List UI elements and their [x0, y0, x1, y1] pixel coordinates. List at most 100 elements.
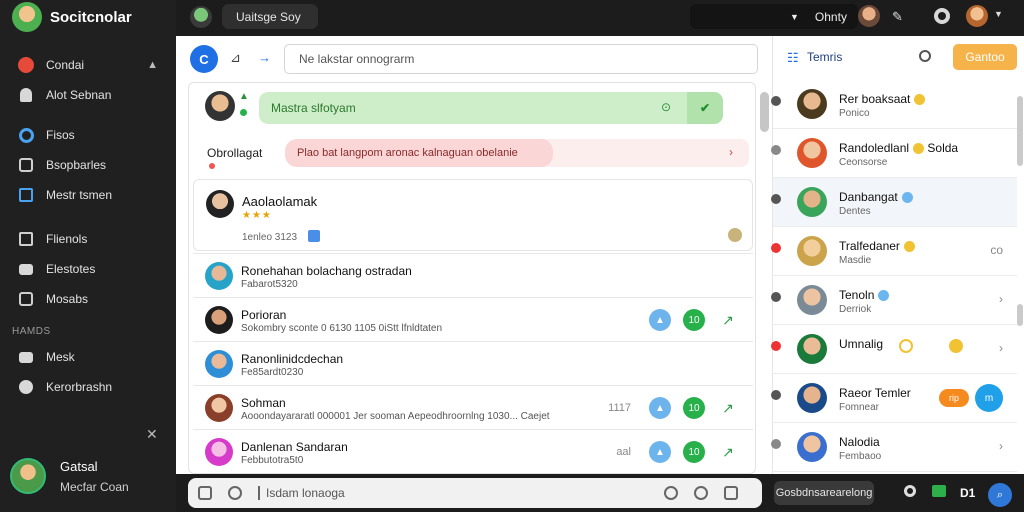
chevron-right-icon[interactable]: › [999, 439, 1003, 453]
list-item-name: Ronehahan bolachang ostradan [241, 264, 412, 278]
contact-sub: Fembaoo [839, 451, 882, 462]
user-add-icon[interactable]: ⊿ [230, 50, 241, 66]
list-item[interactable]: Sohman Aooondayararatl 000001 Jer sooman… [193, 385, 753, 429]
close-icon[interactable]: ✕ [146, 426, 158, 443]
chevron-up-icon[interactable]: ▲ [147, 59, 158, 71]
contact-item[interactable]: Raeor Temler Fomnear rip m [771, 374, 1017, 423]
contact-item[interactable]: Tenoln Derriok › [771, 276, 1017, 325]
sidebar-item-kerorbrashn[interactable]: Kerorbrashn [0, 372, 176, 402]
list-item[interactable]: Ranonlinidcdechan Fe85ardt0230 [193, 341, 753, 385]
contact-item[interactable]: Nalodia Fembaoo › [771, 423, 1017, 472]
alert-extension[interactable]: › [539, 139, 749, 167]
list-item[interactable]: Ronehahan bolachang ostradan Fabarot5320 [193, 253, 753, 297]
chevron-right-icon[interactable]: › [729, 145, 733, 159]
emoji-icon [914, 94, 926, 106]
sidebar: Socitcnolar Condai ▲ Alot Sebnan Fisos B… [0, 0, 176, 512]
avatar [205, 438, 233, 466]
avatar [205, 262, 233, 290]
avatar [797, 138, 827, 168]
status-icon[interactable] [728, 228, 742, 242]
feed: ▲ Mastra slfotyam ⊙ ✔ Obrollagat › Plao … [188, 82, 756, 474]
grid-icon[interactable]: ☷ [787, 50, 799, 66]
user-avatar[interactable] [966, 5, 988, 27]
count-badge[interactable]: 10 [683, 397, 705, 419]
settings-ring-icon[interactable] [934, 8, 950, 24]
alert-message[interactable]: Plao bat langpom aronac kalnaguan obelan… [285, 139, 553, 167]
list-item-sub: Fe85ardt0230 [241, 367, 304, 378]
chevron-right-icon[interactable]: › [999, 292, 1003, 306]
sidebar-item-mestr-tsmen[interactable]: Mestr tsmen [0, 180, 176, 210]
sidebar-item-elestotes[interactable]: Elestotes [0, 254, 176, 284]
refresh-icon[interactable] [919, 50, 931, 62]
thumb-icon[interactable]: ▲ [649, 309, 671, 331]
search-icon[interactable]: ⌕ [988, 483, 1012, 507]
avatar [797, 285, 827, 315]
share-icon[interactable]: ↗ [717, 441, 739, 463]
contact-item[interactable]: Umnalig › [771, 325, 1017, 374]
count-badge[interactable]: 10 [683, 309, 705, 331]
send-button[interactable]: Gosbdnsarearelong [774, 481, 874, 505]
check-icon[interactable]: ✔ [687, 92, 723, 124]
search-input[interactable]: Ne lakstar onnograrm [284, 44, 758, 74]
sidebar-item-condai[interactable]: Condai ▲ [0, 50, 176, 80]
emoji-icon[interactable] [228, 486, 242, 500]
scrollbar[interactable] [760, 92, 769, 132]
arrow-right-icon[interactable]: → [258, 50, 271, 65]
chat-button[interactable]: m [975, 384, 1003, 412]
card-meta: 1enleo 3123 [242, 232, 298, 243]
app-logo-icon[interactable] [190, 6, 212, 28]
chevron-right-icon[interactable]: › [999, 341, 1003, 355]
location-icon[interactable] [694, 486, 708, 500]
scrollbar[interactable] [1017, 304, 1023, 326]
thumb-icon[interactable]: ▲ [649, 397, 671, 419]
message-input[interactable] [266, 478, 646, 508]
avatar[interactable] [858, 5, 880, 27]
person-icon [18, 87, 34, 103]
account-select[interactable]: ▼ Ohnty [690, 4, 858, 29]
workspace-tab[interactable]: Uaitsge Soy [222, 4, 318, 29]
notification-badge[interactable]: rip [939, 389, 969, 407]
chevron-down-icon[interactable]: ▼ [994, 9, 1003, 19]
contact-item-selected[interactable]: Danbangat Dentes [771, 178, 1017, 227]
compose-button[interactable]: C [190, 45, 218, 73]
ring-icon[interactable] [904, 485, 916, 497]
brand[interactable]: Socitcnolar [0, 0, 176, 34]
sidebar-item-alot-sebnan[interactable]: Alot Sebnan [0, 80, 176, 110]
sidebar-item-mesk[interactable]: Mesk [0, 342, 176, 372]
contact-sub: Ceonsorse [839, 157, 888, 168]
sidebar-item-fisos[interactable]: Fisos [0, 120, 176, 150]
chevron-down-icon: ▼ [790, 11, 799, 22]
share-icon[interactable]: ↗ [717, 309, 739, 331]
thumb-icon[interactable] [308, 230, 320, 242]
success-notice[interactable]: Mastra slfotyam ⊙ ✔ [259, 92, 723, 124]
inbox-icon[interactable] [932, 485, 946, 497]
sidebar-item-mosabs[interactable]: Mosabs [0, 284, 176, 314]
share-icon[interactable]: ↗ [717, 397, 739, 419]
avatar [797, 187, 827, 217]
list-item[interactable]: Porioran Sokombry sconte 0 6130 1105 0iS… [193, 297, 753, 341]
rating-stars-icon: ★★★ [242, 210, 272, 221]
mic-icon[interactable] [664, 486, 678, 500]
link-icon[interactable]: co [990, 243, 1003, 257]
featured-card[interactable]: Aaolaolamak ★★★ 1enleo 3123 [193, 179, 753, 251]
list-item[interactable]: Danlenan Sandaran Febbutotra5t0 aal ▲ 10… [193, 429, 753, 473]
contact-name: Tralfedaner [839, 239, 915, 253]
contact-item[interactable]: Randoledlanl Solda Ceonsorse [771, 129, 1017, 178]
avatar [205, 394, 233, 422]
check-circle-icon: ⊙ [660, 100, 671, 114]
gif-icon[interactable] [724, 486, 738, 500]
nav-group-tertiary: Flienols Elestotes Mosabs [0, 224, 176, 314]
thumb-icon[interactable]: ▲ [649, 441, 671, 463]
sidebar-item-flienols[interactable]: Flienols [0, 224, 176, 254]
sidebar-item-bsopbarles[interactable]: Bsopbarles [0, 150, 176, 180]
filter-button[interactable]: Gantoo [953, 44, 1017, 70]
square-icon [18, 187, 34, 203]
attach-icon[interactable] [198, 486, 212, 500]
status-dot-icon [771, 292, 781, 302]
pen-icon[interactable]: ✎ [892, 9, 906, 24]
contact-item[interactable]: Rer boaksaat Ponico [771, 80, 1017, 129]
user-profile[interactable]: Gatsal Mecfar Coan [10, 458, 129, 494]
count-badge[interactable]: 10 [683, 441, 705, 463]
scrollbar[interactable] [1017, 96, 1023, 166]
contact-item[interactable]: Tralfedaner Masdie co [771, 227, 1017, 276]
